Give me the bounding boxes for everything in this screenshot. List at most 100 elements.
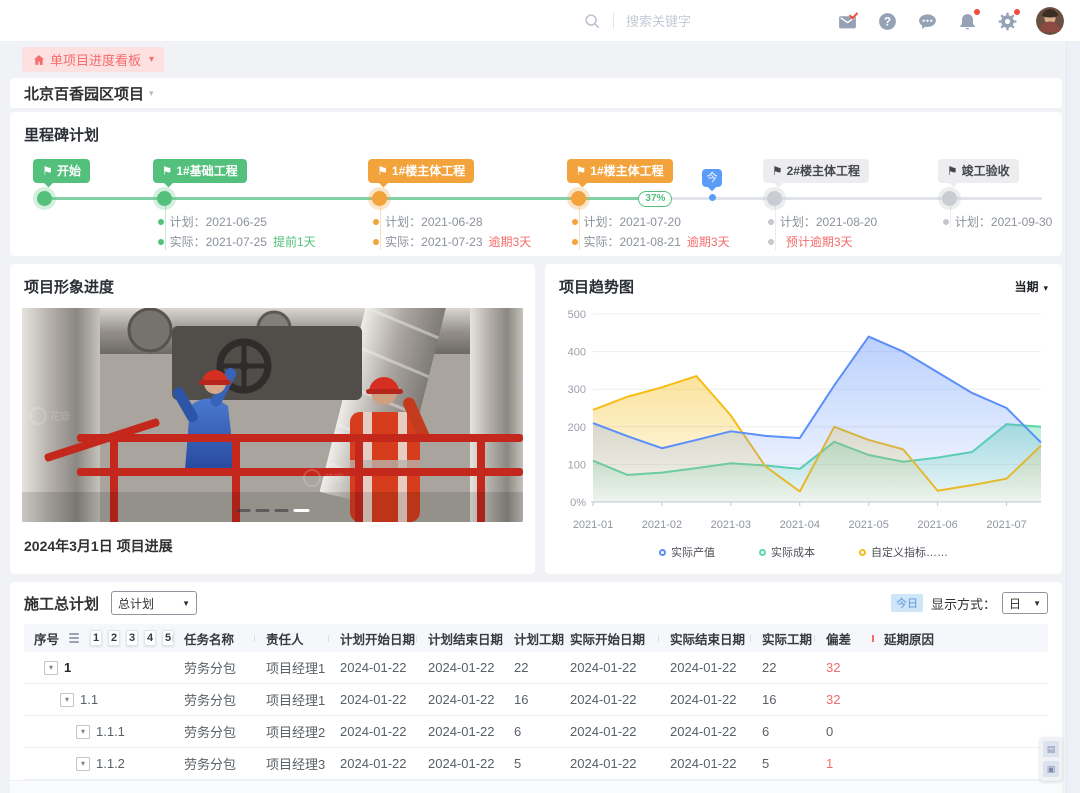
floating-widget-icon-1[interactable]: ▤: [1043, 741, 1059, 757]
owner-cell: 项目经理1: [256, 658, 330, 677]
carousel-dash[interactable]: [293, 509, 309, 512]
caret-icon: ▼: [1033, 599, 1041, 608]
home-icon: [32, 53, 46, 67]
row-number-cell: ▾1: [24, 660, 174, 675]
svg-text:2021-05: 2021-05: [849, 519, 889, 531]
carousel-dash[interactable]: [274, 509, 288, 512]
scrollbar[interactable]: [1066, 42, 1080, 793]
display-mode-select[interactable]: 日 ▼: [1002, 592, 1048, 614]
plan-start-cell: 2024-01-22: [330, 724, 418, 739]
status-badge: 逾期3天: [489, 235, 532, 249]
level-button[interactable]: 1: [90, 630, 102, 646]
date-bullet: [943, 219, 949, 225]
deviation-value: 32: [826, 692, 840, 707]
plan-date: 计划：2021-09-30: [955, 215, 1052, 229]
floating-widget-icon-2[interactable]: ▣: [1043, 761, 1059, 777]
project-photo[interactable]: 花瓣 花瓣: [22, 308, 523, 522]
actual-duration-cell: 6: [752, 724, 816, 739]
photo-caption: 2024年3月1日 项目进展: [24, 536, 173, 556]
actual-start-cell: 2024-01-22: [560, 724, 660, 739]
column-header: 序号12345: [24, 629, 174, 648]
actual-date: 实际：2021-08-21: [584, 235, 681, 249]
table-row[interactable]: ▾1.1.1劳务分包项目经理22024-01-222024-01-2262024…: [24, 716, 1048, 748]
owner-cell: 项目经理3: [256, 754, 330, 773]
deviation-cell: 32: [816, 660, 874, 675]
breadcrumb-tab[interactable]: 单项目进度看板 ▾: [22, 47, 164, 72]
svg-text:?: ?: [884, 16, 891, 28]
date-bullet: [768, 219, 774, 225]
legend-label: 实际成本: [771, 544, 815, 560]
legend-item[interactable]: 自定义指标……: [859, 544, 948, 560]
table-row[interactable]: ▾1.1劳务分包项目经理12024-01-222024-01-22162024-…: [24, 684, 1048, 716]
expand-toggle[interactable]: ▾: [76, 757, 90, 771]
table-row[interactable]: ▾1劳务分包项目经理12024-01-222024-01-22222024-01…: [24, 652, 1048, 684]
table-title: 施工总计划: [24, 593, 99, 614]
bell-icon[interactable]: [957, 11, 978, 32]
legend-item[interactable]: 实际成本: [759, 544, 815, 560]
milestone-label: 1#基础工程: [176, 164, 237, 178]
status-badge: 预计逾期3天: [786, 235, 853, 249]
carousel-dash[interactable]: [255, 509, 269, 512]
actual-date: 实际：2021-07-25: [170, 235, 267, 249]
actual-date-line: 预计逾期3天: [768, 232, 877, 252]
search-box: [583, 12, 754, 30]
avatar[interactable]: [1036, 7, 1064, 35]
plan-date: 计划：2021-08-20: [780, 215, 877, 229]
actual-date-line: 实际：2021-07-25提前1天: [158, 232, 316, 252]
legend-item[interactable]: 实际产值: [659, 544, 715, 560]
deviation-cell: 32: [816, 692, 874, 707]
svg-text:300: 300: [568, 384, 586, 396]
svg-text:500: 500: [568, 309, 586, 321]
level-button[interactable]: 4: [144, 630, 156, 646]
table-row[interactable]: ▾1.1.2劳务分包项目经理32024-01-222024-01-2252024…: [24, 748, 1048, 780]
layers-icon[interactable]: [69, 633, 79, 643]
mail-icon[interactable]: [837, 11, 858, 32]
svg-text:2021-06: 2021-06: [917, 519, 957, 531]
topbar: ?: [0, 0, 1080, 42]
help-icon[interactable]: ?: [877, 11, 898, 32]
plan-date-line: 计划：2021-07-20: [572, 212, 730, 232]
chevron-down-icon[interactable]: ▾: [149, 88, 154, 99]
actual-duration-cell: 22: [752, 660, 816, 675]
gear-icon[interactable]: [997, 11, 1018, 32]
carousel-dash[interactable]: [236, 509, 250, 512]
display-mode-label: 显示方式：: [931, 594, 996, 613]
task-cell: 劳务分包: [174, 722, 256, 741]
pill-tail: [379, 178, 389, 188]
svg-text:0%: 0%: [570, 497, 586, 509]
actual-date: 实际：2021-07-23: [385, 235, 482, 249]
column-header-label: 实际开始日期: [570, 633, 645, 647]
milestone-dot: [157, 191, 172, 206]
milestone-dot: [571, 191, 586, 206]
pill-tail: [44, 178, 54, 188]
column-header: 延期原因: [874, 629, 1048, 648]
chat-icon[interactable]: [917, 11, 938, 32]
date-bullet: [158, 239, 164, 245]
period-select[interactable]: 当期▾: [1014, 278, 1048, 295]
expand-toggle[interactable]: ▾: [60, 693, 74, 707]
floating-widget[interactable]: ▤ ▣: [1040, 737, 1062, 781]
row-number: 1.1.2: [96, 756, 125, 771]
milestone-dates: 计划：2021-06-25实际：2021-07-25提前1天: [158, 212, 316, 252]
search-input[interactable]: [626, 14, 754, 29]
column-header-label: 延期原因: [884, 633, 934, 647]
expand-toggle[interactable]: ▾: [44, 661, 58, 675]
project-title-bar: 北京百香园区项目 ▾: [10, 78, 1062, 108]
actual-start-cell: 2024-01-22: [560, 692, 660, 707]
milestone-pill: ⚑1#基础工程: [153, 159, 247, 183]
level-button[interactable]: 3: [126, 630, 138, 646]
chevron-down-icon: ▾: [1043, 283, 1048, 293]
milestone-pill: ⚑开始: [33, 159, 90, 183]
search-icon[interactable]: [583, 12, 601, 30]
date-bullet: [572, 239, 578, 245]
today-badge[interactable]: 今日: [891, 594, 923, 612]
milestone-dot: [372, 191, 387, 206]
expand-toggle[interactable]: ▾: [76, 725, 90, 739]
actual-start-cell: 2024-01-22: [560, 756, 660, 771]
milestone-dot: [37, 191, 52, 206]
legend-marker: [759, 549, 766, 556]
pill-tail: [163, 178, 173, 188]
plan-type-select[interactable]: 总计划 ▼: [111, 591, 197, 615]
flag-icon: ⚑: [576, 164, 587, 178]
level-button[interactable]: 2: [108, 630, 120, 646]
